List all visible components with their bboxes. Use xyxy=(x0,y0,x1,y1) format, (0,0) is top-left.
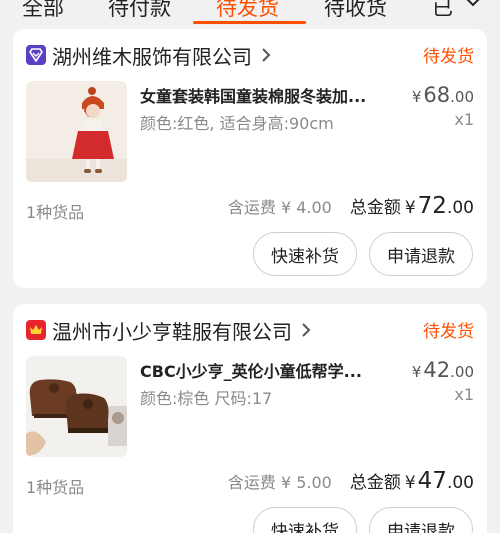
total-label: 总金额 xyxy=(349,198,401,218)
product-price: ¥42.00 xyxy=(412,358,474,382)
shipping-fee: 含运费 ¥ 4.00 xyxy=(227,198,332,217)
order-card[interactable]: 湖州维木服饰有限公司 待发货 女童套装韩国童装棉服冬装加... 颜色:红色, 适… xyxy=(13,29,487,288)
product-sku: 颜色:红色, 适合身高:90cm xyxy=(140,114,334,133)
total-currency: ¥ xyxy=(404,473,416,493)
item-count: 1种货品 xyxy=(26,203,85,222)
product-title[interactable]: 女童套装韩国童装棉服冬装加... xyxy=(140,83,385,107)
shop-name[interactable]: 温州市小少亨鞋服有限公司 xyxy=(52,316,292,345)
total-integer: 72 xyxy=(417,193,447,219)
product-quantity: x1 xyxy=(454,110,474,129)
chevron-down-icon[interactable] xyxy=(465,0,481,10)
shop-header[interactable]: 湖州维木服饰有限公司 xyxy=(26,40,272,70)
product-title[interactable]: CBC小少亨_英伦小童低帮学... xyxy=(140,358,385,382)
price-decimal: .00 xyxy=(450,363,474,381)
price-integer: 68 xyxy=(423,83,451,107)
total-decimal: .00 xyxy=(446,198,474,218)
chevron-right-icon[interactable] xyxy=(300,321,312,339)
tab-pending-payment[interactable]: 待付款 xyxy=(108,0,171,22)
item-count: 1种货品 xyxy=(26,478,85,497)
price-integer: 42 xyxy=(423,358,451,382)
order-totals: 含运费 ¥ 4.00 总金额 ¥72.00 xyxy=(228,193,474,219)
price-currency: ¥ xyxy=(411,363,422,381)
order-totals: 含运费 ¥ 5.00 总金额 ¥47.00 xyxy=(228,468,474,494)
product-price: ¥68.00 xyxy=(412,83,474,107)
total-decimal: .00 xyxy=(446,473,474,493)
price-currency: ¥ xyxy=(411,88,422,106)
tab-pending-receipt[interactable]: 待收货 xyxy=(324,0,387,22)
order-status: 待发货 xyxy=(423,47,474,67)
tab-completed[interactable]: 已 xyxy=(432,0,453,22)
request-refund-button[interactable]: 申请退款 xyxy=(369,232,473,276)
chevron-right-icon[interactable] xyxy=(260,46,272,64)
product-quantity: x1 xyxy=(454,385,474,404)
shop-header[interactable]: 温州市小少亨鞋服有限公司 xyxy=(26,315,312,345)
order-tabs: 全部 待付款 待发货 待收货 已 xyxy=(0,0,500,24)
shop-badge-icon xyxy=(26,45,46,65)
product-image[interactable] xyxy=(26,356,127,457)
tab-pending-shipment[interactable]: 待发货 xyxy=(216,0,279,22)
total-currency: ¥ xyxy=(404,198,416,218)
price-decimal: .00 xyxy=(450,88,474,106)
product-sku: 颜色:棕色 尺码:17 xyxy=(140,389,273,408)
quick-restock-button[interactable]: 快速补货 xyxy=(253,232,357,276)
total-label: 总金额 xyxy=(349,473,401,493)
order-card[interactable]: 温州市小少亨鞋服有限公司 待发货 CBC小少亨_英伦小童低帮学... 颜色:棕色… xyxy=(13,304,487,533)
active-tab-indicator xyxy=(193,21,306,24)
order-status: 待发货 xyxy=(423,322,474,342)
crown-icon xyxy=(26,320,46,340)
request-refund-button[interactable]: 申请退款 xyxy=(369,507,473,533)
shop-name[interactable]: 湖州维木服饰有限公司 xyxy=(52,41,252,70)
tab-all[interactable]: 全部 xyxy=(22,0,64,22)
quick-restock-button[interactable]: 快速补货 xyxy=(253,507,357,533)
total-integer: 47 xyxy=(417,468,447,494)
shipping-fee: 含运费 ¥ 5.00 xyxy=(227,473,332,492)
product-image[interactable] xyxy=(26,81,127,182)
